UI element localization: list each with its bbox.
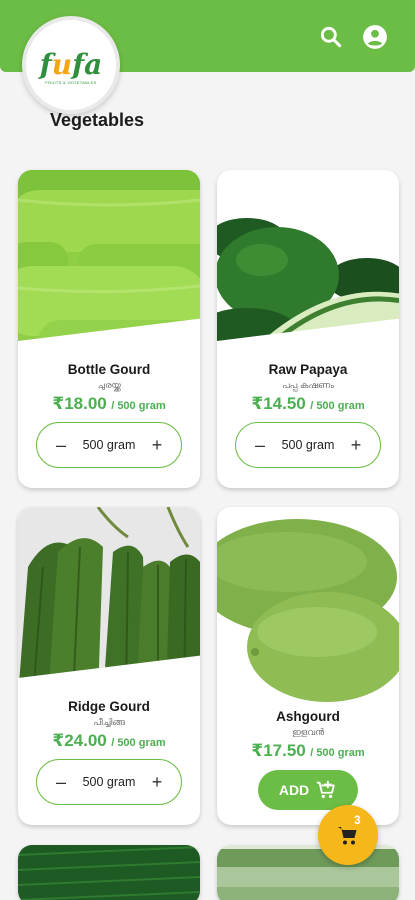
product-name: Ridge Gourd [68, 699, 150, 714]
product-card-ashgourd[interactable]: Ashgourd ഇളവൻ ₹17.50 / 500 gram ADD [217, 507, 399, 825]
product-native-name: പപ്പ കഷണം [281, 380, 335, 390]
quantity-value: 500 gram [281, 438, 335, 452]
add-label: ADD [278, 782, 310, 798]
product-image-ashgourd [217, 507, 399, 707]
product-image-bottle-gourd [18, 170, 200, 360]
brand-logo[interactable]: fufa FRUITS & VEGETABLES [22, 16, 120, 114]
decrease-button[interactable]: – [252, 436, 268, 454]
product-price: ₹14.50 / 500 gram [251, 394, 365, 413]
product-native-name: പീച്ചിങ്ങ [93, 717, 125, 727]
increase-button[interactable]: + [149, 436, 165, 454]
search-icon[interactable] [318, 24, 344, 50]
add-cart-icon [317, 780, 335, 799]
product-name: Bottle Gourd [67, 362, 151, 377]
quantity-stepper[interactable]: – 500 gram + [235, 422, 381, 468]
product-card-bottle-gourd[interactable]: Bottle Gourd ചുരയ്ക്ക ₹18.00 / 500 gram … [18, 170, 200, 488]
product-image-banana-leaf [18, 845, 200, 900]
product-card-ridge-gourd[interactable]: Ridge Gourd പീച്ചിങ്ങ ₹24.00 / 500 gram … [18, 507, 200, 825]
increase-button[interactable]: + [348, 436, 364, 454]
product-native-name: ഇളവൻ [291, 727, 325, 737]
quantity-stepper[interactable]: – 500 gram + [36, 422, 182, 468]
quantity-value: 500 gram [82, 775, 136, 789]
product-price: ₹17.50 / 500 gram [251, 741, 365, 760]
increase-button[interactable]: + [149, 773, 165, 791]
account-icon[interactable] [362, 24, 388, 50]
decrease-button[interactable]: – [53, 773, 69, 791]
product-name: Raw Papaya [268, 362, 348, 377]
cart-button[interactable]: 3 [318, 805, 378, 865]
product-price: ₹24.00 / 500 gram [52, 731, 166, 750]
decrease-button[interactable]: – [53, 436, 69, 454]
product-card-raw-papaya[interactable]: Raw Papaya പപ്പ കഷണം ₹14.50 / 500 gram –… [217, 170, 399, 488]
product-name: Ashgourd [276, 709, 340, 724]
product-native-name: ചുരയ്ക്ക [97, 380, 121, 390]
product-image-ridge-gourd [18, 507, 200, 697]
section-title: Vegetables [50, 110, 145, 130]
logo-tagline: FRUITS & VEGETABLES [45, 80, 97, 85]
quantity-stepper[interactable]: – 500 gram + [36, 759, 182, 805]
product-price: ₹18.00 / 500 gram [52, 394, 166, 413]
product-card-next-1[interactable] [18, 845, 200, 900]
cart-count-badge: 3 [354, 813, 361, 827]
product-image-raw-papaya [217, 170, 399, 360]
quantity-value: 500 gram [82, 438, 136, 452]
add-to-cart-button[interactable]: ADD [258, 770, 358, 810]
logo-text: fufa [39, 48, 103, 81]
